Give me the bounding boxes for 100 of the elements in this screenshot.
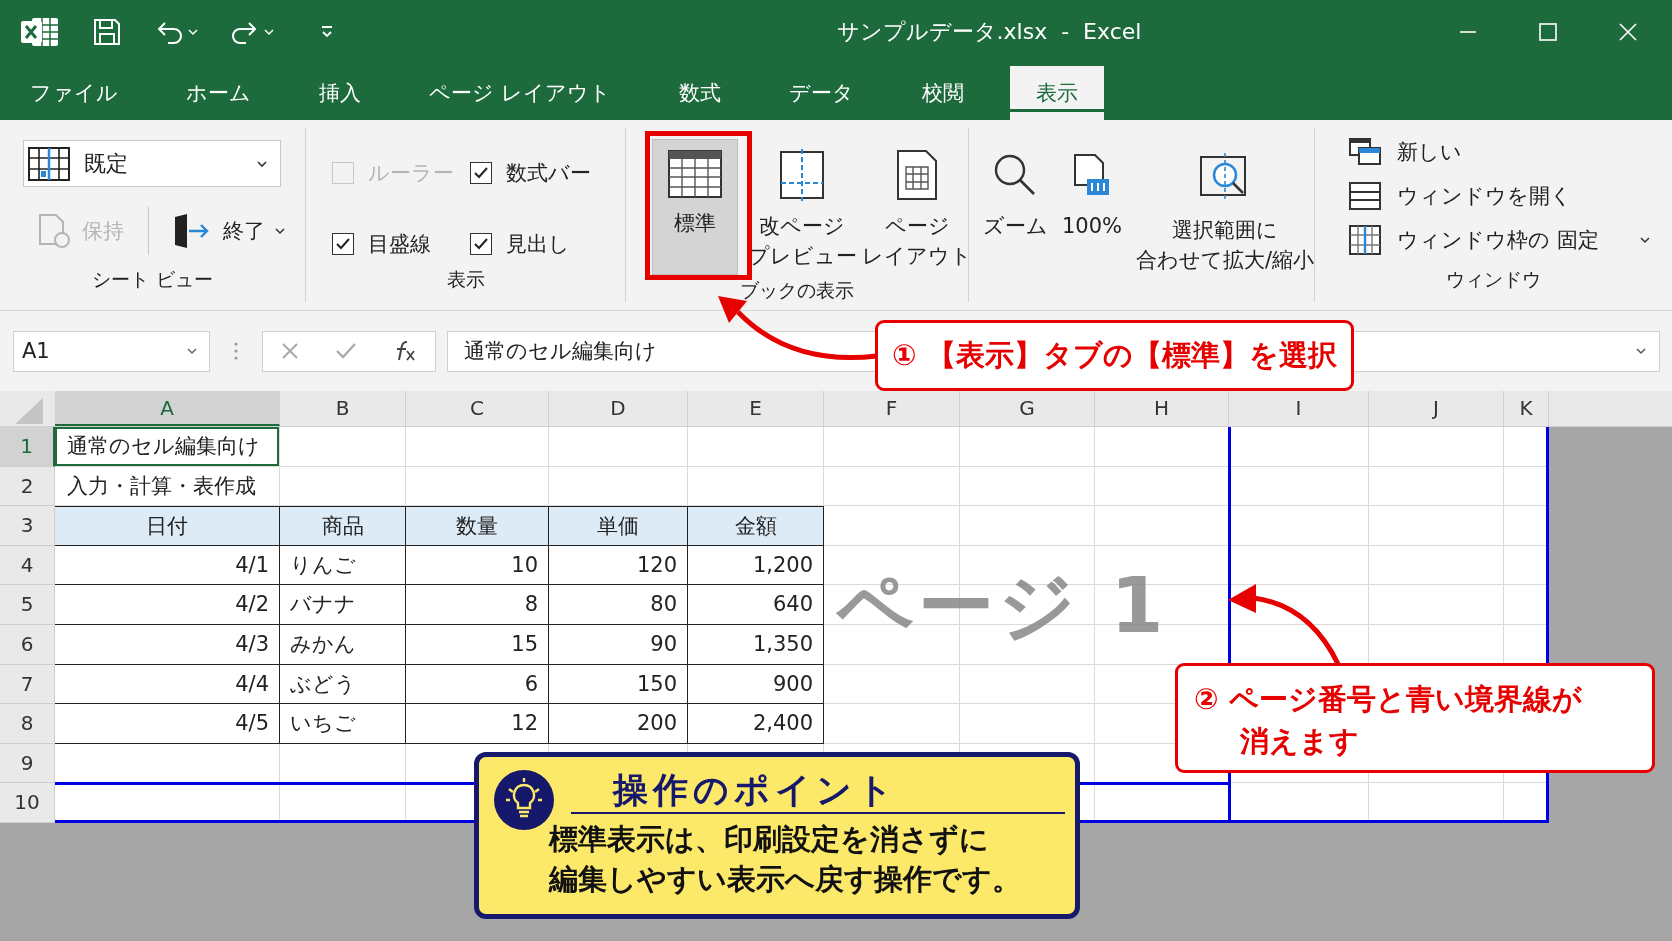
select-all-icon xyxy=(14,398,43,424)
table-cell: バナナ xyxy=(280,585,406,625)
table-cell: 1,350 xyxy=(688,624,824,665)
exit-button[interactable]: 終了 xyxy=(173,213,285,249)
zoom-button[interactable]: ズーム xyxy=(983,139,1048,275)
checkbox-label: ルーラー xyxy=(368,159,454,187)
view-button[interactable]: ページ レイアウト xyxy=(866,139,968,275)
excel-logo-icon xyxy=(20,15,60,49)
caret-icon[interactable] xyxy=(188,28,198,36)
table-cell: 200 xyxy=(549,704,688,744)
window-button[interactable]: ウィンドウを開く xyxy=(1349,178,1672,214)
maximize-icon[interactable] xyxy=(1538,22,1558,42)
table-cell: 4/2 xyxy=(55,585,280,625)
new-window-icon xyxy=(1349,138,1381,165)
row-header[interactable]: 2 xyxy=(0,466,55,507)
row-header[interactable]: 10 xyxy=(0,783,55,823)
row-header[interactable]: 6 xyxy=(0,624,55,665)
tip-text: 標準表示は、印刷設定を消さずに xyxy=(549,821,989,858)
table-cell: 10 xyxy=(406,545,549,586)
window-button[interactable]: ウィンドウ枠の 固定 xyxy=(1349,222,1672,258)
page-break-icon xyxy=(780,149,825,201)
checkbox[interactable] xyxy=(332,232,354,255)
ribbon-tab[interactable]: データ xyxy=(766,66,876,120)
checkbox[interactable] xyxy=(470,232,492,255)
column-header[interactable]: K xyxy=(1504,391,1549,426)
checkbox-label: 目盛線 xyxy=(368,230,431,258)
ribbon-tab[interactable]: 表示 xyxy=(1009,66,1104,120)
table-cell: 6 xyxy=(406,664,549,705)
checkmark-icon xyxy=(473,236,489,251)
table-cell: 120 xyxy=(549,545,688,586)
table-cell: 数量 xyxy=(406,506,549,546)
zoom-button[interactable]: 100% xyxy=(1061,139,1122,275)
column-header[interactable]: B xyxy=(280,391,406,426)
row-header[interactable]: 9 xyxy=(0,743,55,784)
table-cell: 15 xyxy=(406,624,549,665)
caret-icon xyxy=(187,347,197,355)
table-cell: 2,400 xyxy=(688,704,824,744)
tip-text: 編集しやすい表示へ戻す操作です。 xyxy=(549,861,1021,898)
checkbox-label: 見出し xyxy=(506,230,570,258)
group-label: シート ビュー xyxy=(92,267,213,292)
exit-door-icon xyxy=(175,214,209,248)
row-header[interactable]: 3 xyxy=(0,506,55,546)
save-icon[interactable] xyxy=(92,17,122,47)
table-cell: 4/4 xyxy=(55,664,280,705)
column-header[interactable]: C xyxy=(406,391,549,426)
row-header[interactable]: 5 xyxy=(0,585,55,625)
ribbon-tab[interactable]: 校閲 xyxy=(899,66,986,120)
table-cell: いちご xyxy=(280,704,406,744)
table-cell: ぶどう xyxy=(280,664,406,705)
table-cell: 商品 xyxy=(280,506,406,546)
group-label: ウィンドウ xyxy=(1446,267,1541,292)
column-header[interactable]: E xyxy=(688,391,824,426)
zoom-button[interactable]: 選択範囲に 合わせて拡大/縮小 xyxy=(1136,139,1314,275)
check-icon[interactable] xyxy=(335,342,357,360)
checkmark-icon xyxy=(335,236,351,251)
freeze-panes-icon xyxy=(1349,225,1381,255)
table-cell: 4/1 xyxy=(55,545,280,586)
window-title: サンプルデータ.xlsx - Excel xyxy=(835,18,1143,46)
table-cell: 80 xyxy=(549,585,688,625)
callout-text: ② ページ番号と青い境界線が xyxy=(1194,681,1582,718)
customize-icon[interactable] xyxy=(320,25,334,39)
view-button[interactable]: 標準 xyxy=(652,139,738,275)
zoom-selection-icon xyxy=(1200,153,1246,201)
ribbon-tab[interactable]: ホーム xyxy=(164,66,273,120)
ribbon-tab[interactable]: 数式 xyxy=(656,66,743,120)
arrange-windows-icon xyxy=(1349,182,1381,210)
ribbon-tab[interactable]: ファイル xyxy=(8,66,140,120)
name-box[interactable]: A1 xyxy=(13,330,210,372)
row-header[interactable]: 1 xyxy=(0,427,55,467)
grid-icon xyxy=(668,150,722,198)
checkbox[interactable] xyxy=(470,161,492,184)
checkmark-icon xyxy=(473,165,489,180)
row-header[interactable]: 7 xyxy=(0,664,55,705)
caret-icon xyxy=(275,227,285,235)
caret-icon[interactable] xyxy=(264,28,274,36)
ribbon-tab[interactable]: 挿入 xyxy=(297,66,383,120)
table-cell: 単価 xyxy=(549,506,688,546)
window-button[interactable]: 新しい xyxy=(1349,134,1672,170)
table-cell: 12 xyxy=(406,704,549,744)
callout-text: 消えます xyxy=(1240,723,1359,760)
caret-icon xyxy=(1635,347,1647,355)
callout-text: ① 【表示】タブの【標準】を選択 xyxy=(892,336,1337,374)
column-header[interactable]: A xyxy=(55,391,280,426)
row-header[interactable]: 4 xyxy=(0,545,55,586)
table-cell: 90 xyxy=(549,624,688,665)
ribbon-tab[interactable]: ページ レイアウト xyxy=(407,66,633,120)
row-header[interactable]: 8 xyxy=(0,704,55,744)
table-cell: 8 xyxy=(406,585,549,625)
table-cell: 4/3 xyxy=(55,624,280,665)
close-icon[interactable] xyxy=(1618,22,1638,42)
sheet-grid-icon xyxy=(28,146,70,181)
view-dropdown[interactable]: 既定 xyxy=(23,140,281,187)
view-button[interactable]: 改ページ プレビュー xyxy=(752,139,853,275)
page-number-watermark: ページ 1 xyxy=(836,560,1168,652)
page-zoom-icon xyxy=(1073,154,1109,195)
column-header[interactable]: J xyxy=(1369,391,1504,426)
table-cell: 640 xyxy=(688,585,824,625)
caret-icon xyxy=(1638,236,1651,244)
column-header[interactable]: D xyxy=(549,391,688,426)
table-cell: 通常のセル編集向け xyxy=(55,427,280,467)
